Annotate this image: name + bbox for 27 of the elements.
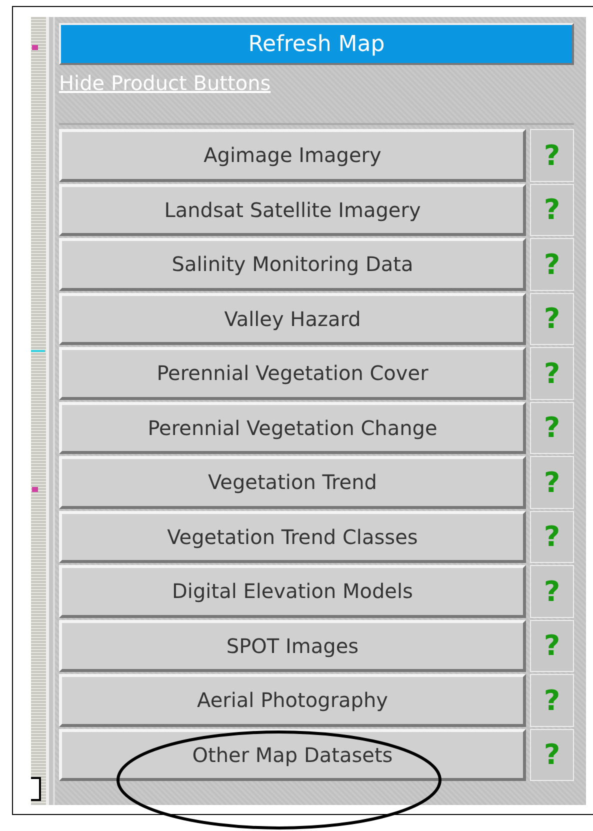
help-button[interactable]: ?: [530, 565, 574, 618]
product-button[interactable]: Agimage Imagery: [59, 129, 526, 182]
help-button[interactable]: ?: [530, 402, 574, 454]
help-button[interactable]: ?: [530, 620, 574, 672]
product-button[interactable]: Perennial Vegetation Change: [59, 402, 526, 454]
help-button[interactable]: ?: [530, 129, 574, 182]
product-button[interactable]: Aerial Photography: [59, 674, 526, 726]
help-button[interactable]: ?: [530, 238, 574, 290]
help-button[interactable]: ?: [530, 674, 574, 726]
product-button[interactable]: Valley Hazard: [59, 292, 526, 345]
product-button[interactable]: Vegetation Trend Classes: [59, 510, 526, 563]
product-button[interactable]: Perennial Vegetation Cover: [59, 347, 526, 400]
help-button[interactable]: ?: [530, 510, 574, 563]
help-button[interactable]: ?: [530, 292, 574, 345]
product-button[interactable]: Vegetation Trend: [59, 456, 526, 508]
help-button[interactable]: ?: [530, 347, 574, 400]
product-button[interactable]: Other Map Datasets: [59, 728, 526, 781]
product-button[interactable]: Digital Elevation Models: [59, 565, 526, 618]
map-control-icon: [31, 777, 41, 801]
hide-buttons-link[interactable]: Hide Product Buttons: [59, 71, 271, 95]
product-button[interactable]: Landsat Satellite Imagery: [59, 184, 526, 236]
product-button[interactable]: Salinity Monitoring Data: [59, 238, 526, 290]
help-button[interactable]: ?: [530, 728, 574, 781]
product-button[interactable]: SPOT Images: [59, 620, 526, 672]
help-button[interactable]: ?: [530, 184, 574, 236]
refresh-map-button[interactable]: Refresh Map: [59, 23, 574, 65]
help-button[interactable]: ?: [530, 456, 574, 508]
